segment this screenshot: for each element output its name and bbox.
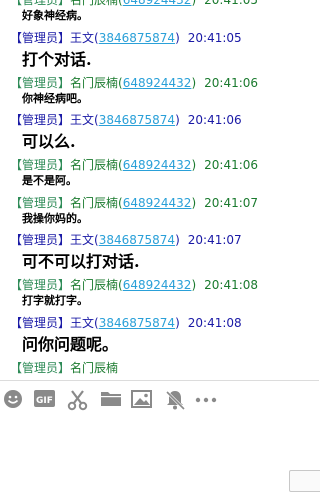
message-text: 我操你妈的。 xyxy=(22,211,88,225)
image-icon[interactable] xyxy=(131,389,153,411)
message-text: 你神经病吧。 xyxy=(22,91,88,105)
qq-paren-close: ) xyxy=(191,0,197,7)
sender-qq-link[interactable]: 3846875874 xyxy=(99,113,175,127)
message-time: 20:41:06 xyxy=(204,75,259,90)
message-header: 【管理员】名门辰楠(648924432) 20:41:08 xyxy=(10,277,258,293)
message-header: 【管理员】王文(3846875874) 20:41:07 xyxy=(10,232,242,248)
sender-name[interactable]: 名门辰楠 xyxy=(70,158,118,172)
folder-icon[interactable] xyxy=(100,389,122,411)
admin-role-tag: 【管理员】 xyxy=(10,360,71,375)
message-text: 打字就打字。 xyxy=(22,294,88,307)
sender-name[interactable]: 名门辰楠 xyxy=(70,196,118,210)
admin-role-tag: 【管理员】 xyxy=(10,195,71,210)
chat-history[interactable]: 【管理员】名门辰楠(648924432) 20:41:05 好象神经病。 【管理员】王… xyxy=(0,0,319,380)
message-header: 【管理员】名门辰楠(648924432) 20:41:06 xyxy=(10,157,258,173)
qq-paren-close: ) xyxy=(175,113,180,127)
message-header: 【管理员】名门辰楠(648924432) 20:41:06 xyxy=(10,75,258,91)
message-header: 【管理员】王文(3846875874) 20:41:05 xyxy=(10,30,242,46)
sender-name[interactable]: 王文 xyxy=(70,316,94,330)
admin-role-tag: 【管理员】 xyxy=(10,158,71,172)
message-text: 打个对话. xyxy=(22,49,92,69)
sender-name[interactable]: 名门辰楠 xyxy=(70,0,118,7)
message-text: 是不是阿。 xyxy=(22,174,77,187)
emoji-icon[interactable] xyxy=(3,389,25,411)
message-header: 【管理员】名门辰楠(648924432) 20:41:07 xyxy=(10,195,258,211)
sender-qq-link[interactable]: 648924432 xyxy=(123,278,192,292)
message-text: 可以么. xyxy=(22,132,76,151)
message-time: 20:41:08 xyxy=(187,315,242,330)
message-header: 【管理员】王文(3846875874) 20:41:08 xyxy=(10,315,242,331)
message-time: 20:41:06 xyxy=(187,113,242,127)
sender-name[interactable]: 名门辰楠 xyxy=(70,361,118,375)
sender-name[interactable]: 王文 xyxy=(70,113,94,127)
message-time: 20:41:05 xyxy=(187,30,242,45)
message-header: 【管理员】王文(3846875874) 20:41:06 xyxy=(10,112,242,128)
message-time: 20:41:08 xyxy=(204,278,259,292)
message-input[interactable] xyxy=(0,419,319,480)
qq-paren-close: ) xyxy=(175,315,180,330)
qq-paren-close: ) xyxy=(191,158,197,172)
send-button[interactable] xyxy=(289,470,320,492)
sender-qq-link[interactable]: 3846875874 xyxy=(99,31,175,45)
message-text: 好象神经病。 xyxy=(22,9,88,22)
admin-role-tag: 【管理员】 xyxy=(10,278,71,292)
message-time: 20:41:05 xyxy=(204,0,259,7)
message-header: 【管理员】名门辰楠 xyxy=(10,360,126,376)
qq-paren-close: ) xyxy=(175,30,180,45)
bell-off-icon[interactable] xyxy=(164,389,186,411)
admin-role-tag: 【管理员】 xyxy=(10,75,71,90)
admin-role-tag: 【管理员】 xyxy=(10,315,71,330)
qq-paren-close: ) xyxy=(191,195,197,210)
qq-paren-close: ) xyxy=(191,278,197,292)
message-text: 可不可以打对话. xyxy=(22,252,140,271)
message-time: 20:41:07 xyxy=(204,195,259,210)
message-text: 问你问题呢。 xyxy=(22,334,119,354)
svg-text:GIF: GIF xyxy=(36,396,53,406)
admin-role-tag: 【管理员】 xyxy=(10,0,71,7)
more-icon[interactable] xyxy=(195,389,217,411)
sender-name[interactable]: 名门辰楠 xyxy=(70,278,118,292)
sender-qq-link[interactable]: 648924432 xyxy=(123,158,192,172)
message-header: 【管理员】名门辰楠(648924432) 20:41:05 xyxy=(10,0,258,8)
admin-role-tag: 【管理员】 xyxy=(10,113,71,127)
sender-qq-link[interactable]: 648924432 xyxy=(123,196,192,210)
gif-icon[interactable]: GIF xyxy=(34,389,56,411)
sender-name[interactable]: 王文 xyxy=(70,31,94,45)
admin-role-tag: 【管理员】 xyxy=(10,233,71,247)
sender-name[interactable]: 名门辰楠 xyxy=(70,76,118,90)
sender-qq-link[interactable]: 3846875874 xyxy=(99,316,175,330)
scissors-icon[interactable] xyxy=(67,389,89,411)
message-time: 20:41:06 xyxy=(204,158,259,172)
admin-role-tag: 【管理员】 xyxy=(10,30,71,45)
sender-qq-link[interactable]: 648924432 xyxy=(123,0,192,7)
sender-qq-link[interactable]: 648924432 xyxy=(123,76,192,90)
sender-qq-link[interactable]: 3846875874 xyxy=(99,233,175,247)
qq-paren-close: ) xyxy=(191,75,197,90)
qq-paren-close: ) xyxy=(175,233,180,247)
input-toolbar: GIF xyxy=(0,380,319,419)
sender-name[interactable]: 王文 xyxy=(70,233,94,247)
message-time: 20:41:07 xyxy=(187,233,242,247)
